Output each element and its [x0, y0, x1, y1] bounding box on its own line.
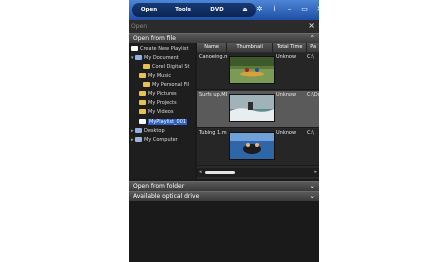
available-optical-drive-label: Available optical drive: [133, 193, 200, 200]
row-total-time: Unknow: [276, 130, 297, 136]
tree-item-create-playlist[interactable]: Create New Playlist: [131, 45, 188, 53]
column-path[interactable]: Pa: [307, 43, 319, 52]
column-total-time[interactable]: Total Time: [273, 43, 308, 52]
folder-tree: Create New Playlist ▾ My Document Corel D…: [129, 43, 195, 179]
row-path: C:\Do: [307, 92, 319, 98]
open-dialog-titlebar: Open ×: [129, 20, 319, 33]
available-optical-drive-header[interactable]: Available optical drive ⌄: [129, 191, 319, 201]
table-row[interactable]: Surfs up.MPG Unknow C:\Do: [197, 91, 319, 128]
restore-icon[interactable]: ▭: [300, 4, 309, 15]
info-icon[interactable]: i: [270, 4, 279, 15]
tree-item-corel-digital[interactable]: Corel Digital St: [143, 63, 190, 71]
tree-item-my-document[interactable]: ▾ My Document: [131, 54, 179, 62]
table-row[interactable]: Canoeing.mpg Unknow C:\: [197, 53, 319, 90]
desktop-icon: [135, 128, 142, 133]
row-total-time: Unknow: [276, 92, 297, 98]
table-row[interactable]: Tubing 1.mpg Unknow C:\: [197, 129, 319, 166]
open-from-folder-header[interactable]: Open from folder ⌄: [129, 181, 319, 191]
window-controls: ✲ i – ▭ ✕: [255, 4, 319, 15]
horizontal-scrollbar[interactable]: ◂ ▸: [197, 168, 319, 177]
tree-item-my-computer[interactable]: ▸ My Computer: [131, 136, 178, 144]
folder-icon: [139, 109, 146, 114]
folder-icon: [139, 100, 146, 105]
playlist-file-icon: [139, 119, 146, 124]
computer-icon: [135, 137, 142, 142]
video-thumbnail: [229, 94, 275, 122]
video-thumbnail: [229, 56, 275, 84]
row-total-time: Unknow: [276, 54, 297, 60]
dvd-menu-button[interactable]: DVD: [200, 7, 234, 13]
folder-icon: [143, 64, 150, 69]
playlist-icon: [131, 46, 138, 51]
open-from-folder-label: Open from folder: [133, 183, 185, 190]
chevron-down-icon: ⌄: [309, 182, 315, 190]
column-thumbnail[interactable]: Thumbnail: [227, 43, 274, 52]
document-folder-icon: [135, 55, 142, 60]
table-header: Name Thumbnail Total Time Pa: [197, 43, 319, 52]
dialog-title: Open: [131, 23, 148, 30]
folder-icon: [143, 82, 150, 87]
file-list-table: Name Thumbnail Total Time Pa Canoeing.mp…: [197, 43, 319, 179]
tree-item-my-playlist[interactable]: MyPlaylist_001: [139, 118, 188, 126]
dialog-close-icon[interactable]: ×: [308, 21, 315, 30]
folder-icon: [139, 91, 146, 96]
tree-item-desktop[interactable]: ▸ Desktop: [131, 127, 165, 135]
open-from-file-header[interactable]: Open from file ⌃: [129, 33, 319, 43]
eject-icon[interactable]: ⏏: [234, 7, 256, 13]
folder-icon: [139, 73, 146, 78]
chevron-down-icon: ⌄: [309, 192, 315, 200]
row-name: Surfs up.MPG: [199, 92, 227, 98]
row-name: Canoeing.mpg: [199, 54, 227, 60]
tree-item-my-videos[interactable]: My Videos: [139, 108, 173, 116]
scroll-right-icon[interactable]: ▸: [314, 169, 317, 175]
top-toolbar: Open Tools DVD ⏏ ✲ i – ▭ ✕: [129, 0, 319, 20]
row-path: C:\: [307, 130, 314, 136]
settings-icon[interactable]: ✲: [255, 4, 264, 15]
row-name: Tubing 1.mpg: [199, 130, 227, 136]
tree-item-my-pictures[interactable]: My Pictures: [139, 90, 177, 98]
main-menu-group: Open Tools DVD ⏏: [132, 3, 256, 17]
open-menu-button[interactable]: Open: [132, 7, 166, 13]
column-name[interactable]: Name: [197, 43, 228, 52]
tools-menu-button[interactable]: Tools: [166, 7, 200, 13]
tree-item-my-music[interactable]: My Music: [139, 72, 171, 80]
tree-item-my-personal[interactable]: My Personal Fil: [143, 81, 189, 89]
minimize-icon[interactable]: –: [285, 4, 294, 15]
tree-item-my-projects[interactable]: My Projects: [139, 99, 177, 107]
video-thumbnail: [229, 132, 275, 160]
scroll-left-icon[interactable]: ◂: [199, 169, 202, 175]
scrollbar-thumb[interactable]: [205, 171, 235, 174]
row-path: C:\: [307, 54, 314, 60]
chevron-up-icon: ⌃: [309, 34, 315, 42]
open-from-file-label: Open from file: [133, 35, 176, 42]
close-icon[interactable]: ✕: [315, 4, 319, 15]
video-player-window: Open Tools DVD ⏏ ✲ i – ▭ ✕ Open × Open f…: [129, 0, 319, 262]
